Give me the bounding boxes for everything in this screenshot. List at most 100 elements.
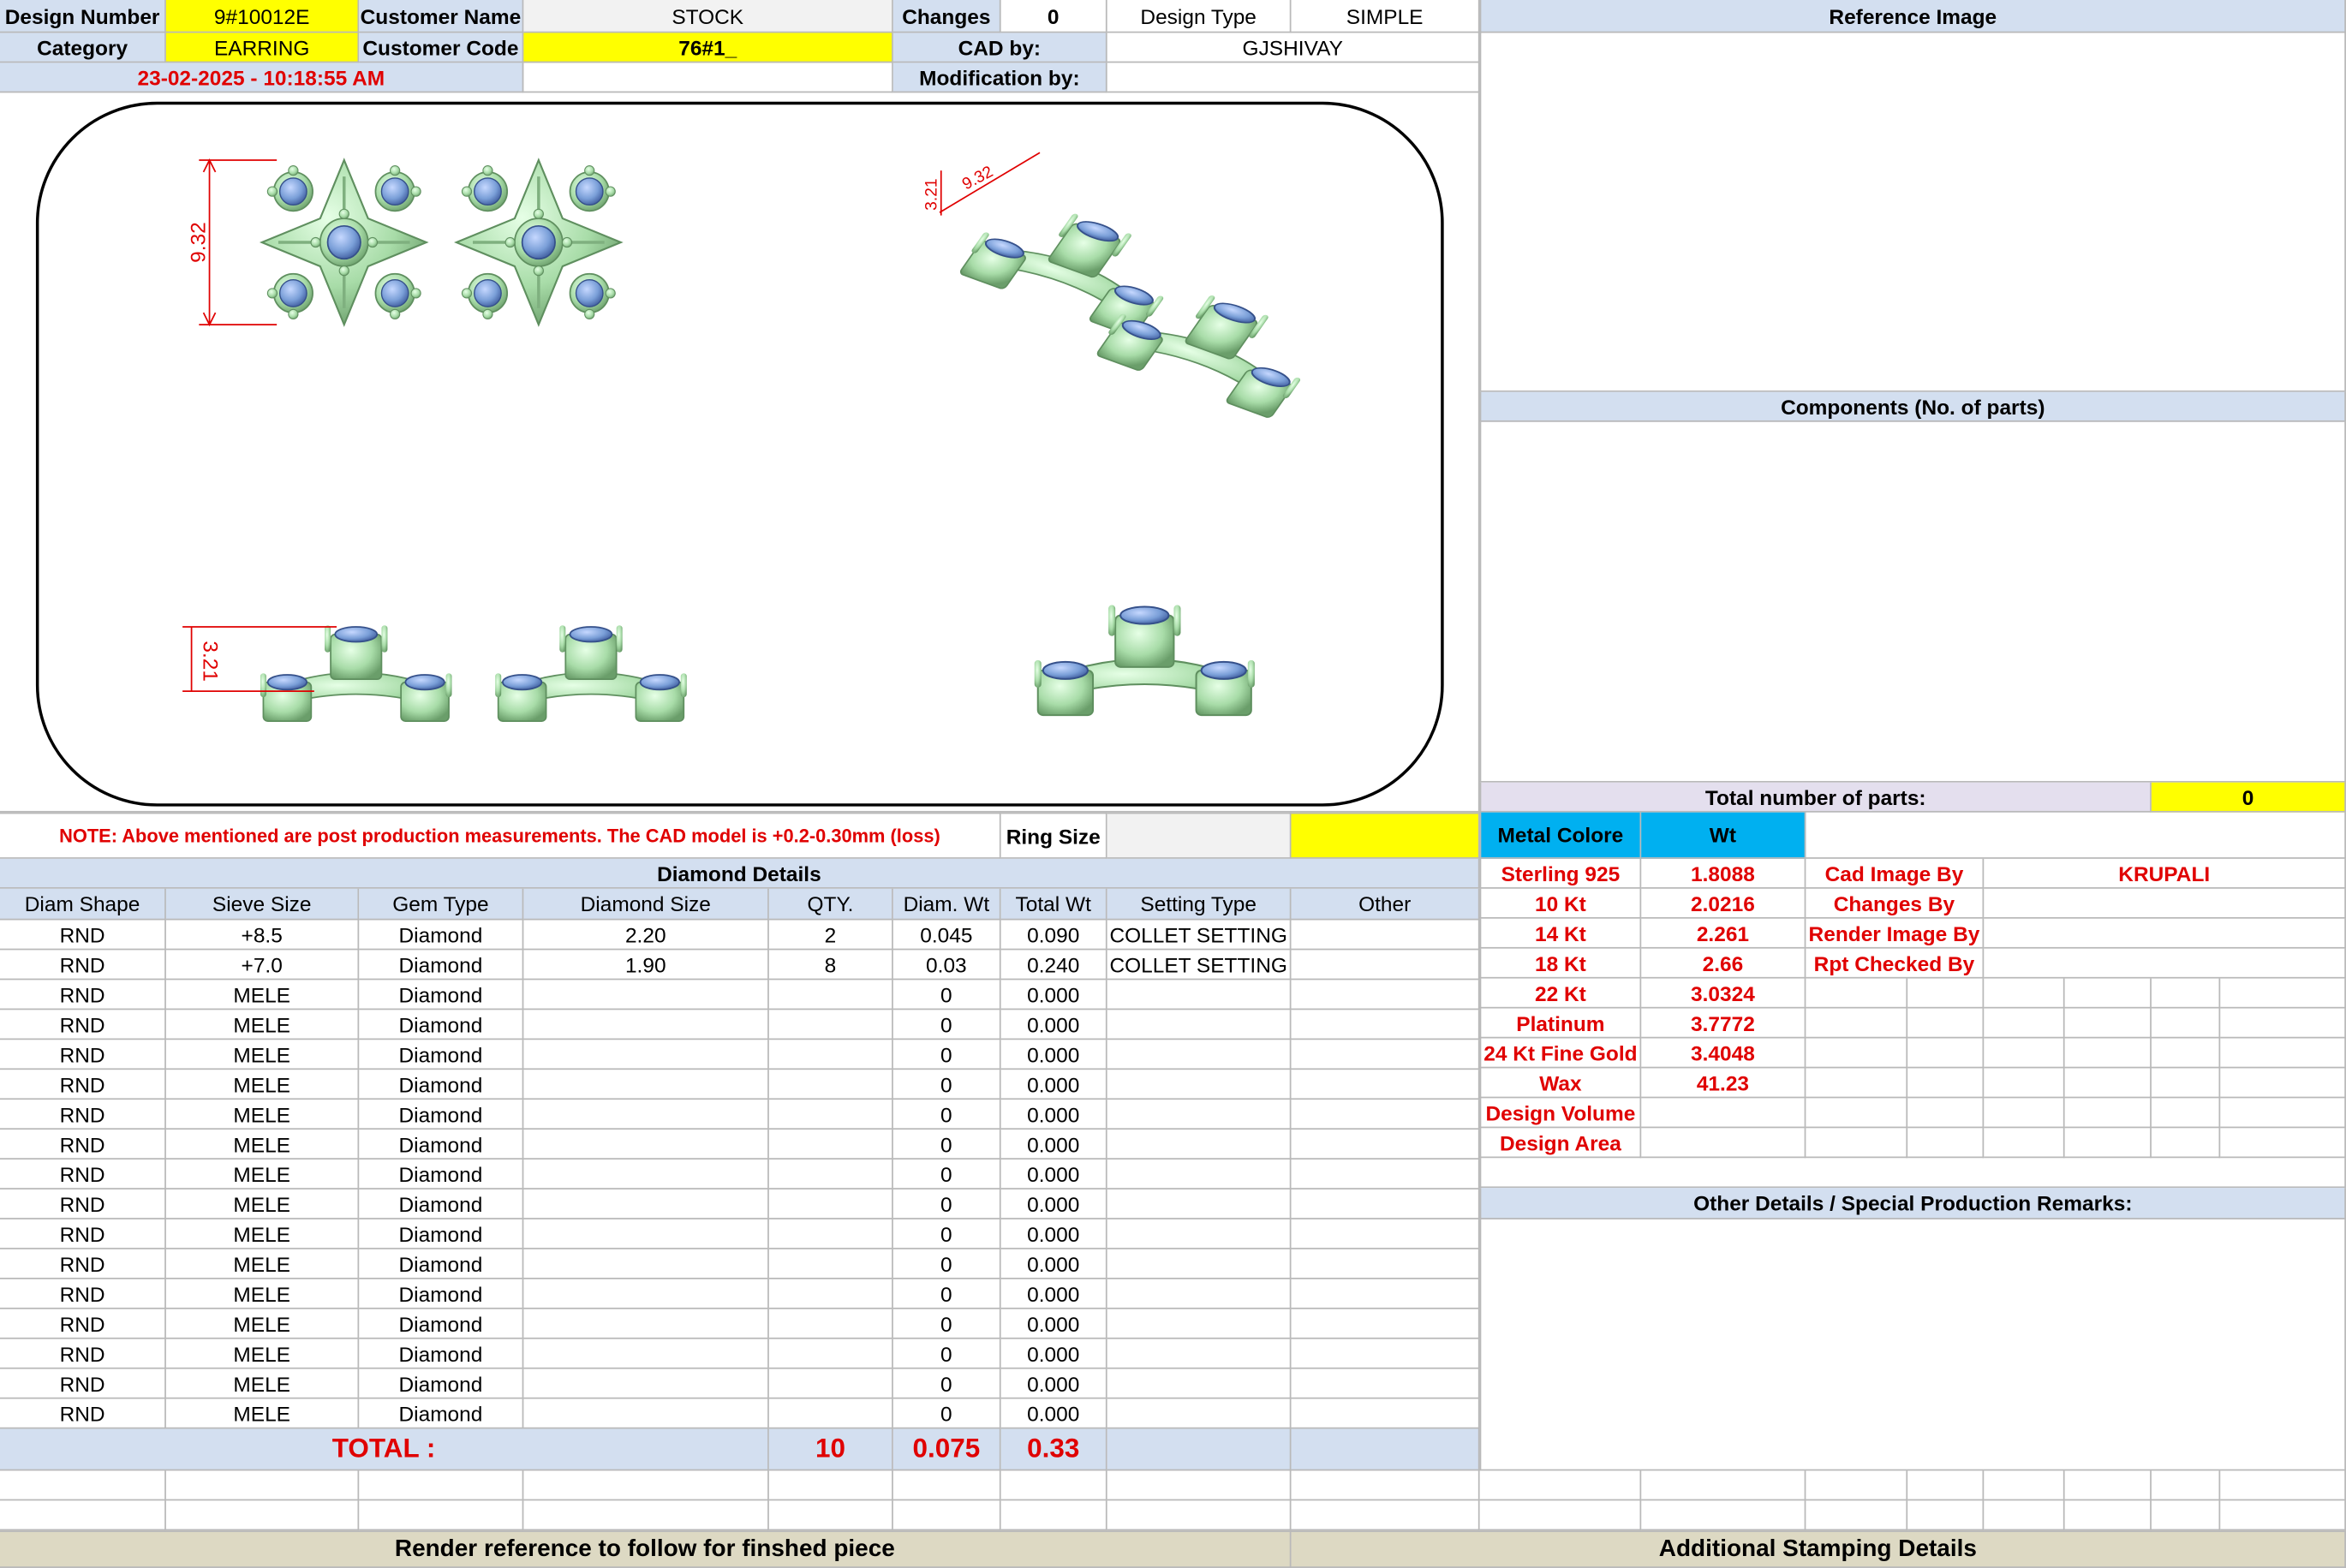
cell-total-wt[interactable]: 0.000 <box>1000 1160 1107 1189</box>
blank-cell[interactable] <box>523 1500 769 1531</box>
cell-diamond-size[interactable]: 1.90 <box>523 950 769 981</box>
cell-setting-type[interactable] <box>1107 1100 1292 1130</box>
cell-diamond-size[interactable] <box>523 1010 769 1040</box>
metal-blank-cell[interactable] <box>2064 1128 2152 1159</box>
metal-blank-cell[interactable] <box>2220 1008 2346 1039</box>
metal-wt[interactable] <box>1641 1098 1806 1129</box>
cell-diam-wt[interactable]: 0 <box>892 1398 1001 1429</box>
blank-cell[interactable] <box>1907 1470 1985 1501</box>
cell-diamond-size[interactable] <box>523 1368 769 1399</box>
cell-diamond-size[interactable] <box>523 1398 769 1429</box>
cell-qty[interactable] <box>768 1398 893 1429</box>
blank-cell[interactable] <box>1984 1500 2065 1531</box>
blank-cell[interactable] <box>2064 1470 2152 1501</box>
blank-cell[interactable] <box>0 1470 166 1501</box>
cell-setting-type[interactable] <box>1107 1070 1292 1100</box>
cell-sieve-size[interactable]: MELE <box>165 1219 360 1249</box>
blank-cell[interactable] <box>768 1500 893 1531</box>
metal-blank-cell[interactable] <box>1806 1008 1908 1039</box>
blank-cell[interactable] <box>0 1500 166 1531</box>
cell-setting-type[interactable] <box>1107 1338 1292 1369</box>
cell-total-wt[interactable]: 0.000 <box>1000 1189 1107 1219</box>
cell-diamond-size[interactable] <box>523 1100 769 1130</box>
cell-other[interactable] <box>1291 1249 1480 1279</box>
metal-blank-cell[interactable] <box>1907 1128 1985 1159</box>
cell-other[interactable] <box>1291 1130 1480 1160</box>
blank-cell[interactable] <box>2151 1470 2221 1501</box>
cell-diam-wt[interactable]: 0 <box>892 1338 1001 1369</box>
metal-blank-cell[interactable] <box>2151 978 2221 1009</box>
cell-diamond-size[interactable] <box>523 1309 769 1339</box>
cell-qty[interactable] <box>768 1368 893 1399</box>
cell-total-wt[interactable]: 0.000 <box>1000 1040 1107 1070</box>
metal-wt[interactable]: 1.8088 <box>1641 858 1806 889</box>
blank-cell[interactable] <box>1641 1500 1806 1531</box>
blank-cell[interactable] <box>1806 1470 1908 1501</box>
metal-blank-cell[interactable] <box>1984 978 2065 1009</box>
cell-diam-wt[interactable]: 0 <box>892 1189 1001 1219</box>
cell-setting-type[interactable] <box>1107 1309 1292 1339</box>
cell-total-wt[interactable]: 0.000 <box>1000 1219 1107 1249</box>
cell-diam-wt[interactable]: 0 <box>892 980 1001 1011</box>
cell-setting-type[interactable] <box>1107 980 1292 1011</box>
cell-other[interactable] <box>1291 920 1480 951</box>
metal-blank-cell[interactable] <box>1984 1098 2065 1129</box>
metal-blank-cell[interactable] <box>1984 1008 2065 1039</box>
metal-blank-cell[interactable] <box>1984 1038 2065 1069</box>
cell-setting-type[interactable] <box>1107 1040 1292 1070</box>
metal-blank-cell[interactable] <box>2151 1098 2221 1129</box>
blank-cell[interactable] <box>1000 1470 1107 1501</box>
blank-cell[interactable] <box>359 1470 524 1501</box>
ring-size-highlight[interactable] <box>1291 812 1480 859</box>
cell-setting-type[interactable]: COLLET SETTING <box>1107 950 1292 981</box>
cell-diam-wt[interactable]: 0 <box>892 1010 1001 1040</box>
cell-diamond-size[interactable]: 2.20 <box>523 920 769 951</box>
cell-sieve-size[interactable]: MELE <box>165 1338 360 1369</box>
cell-diam-wt[interactable]: 0 <box>892 1160 1001 1189</box>
blank-cell[interactable] <box>2220 1500 2346 1531</box>
cell-setting-type[interactable] <box>1107 1219 1292 1249</box>
cell-other[interactable] <box>1291 1338 1480 1369</box>
blank-cell[interactable] <box>1479 1470 1642 1501</box>
metal-wt[interactable]: 3.0324 <box>1641 978 1806 1009</box>
cell-diam-wt[interactable]: 0.03 <box>892 950 1001 981</box>
cell-other[interactable] <box>1291 1010 1480 1040</box>
other-details-area[interactable] <box>1479 1219 2346 1471</box>
cell-other[interactable] <box>1291 1160 1480 1189</box>
cell-setting-type[interactable] <box>1107 1279 1292 1309</box>
cell-sieve-size[interactable]: MELE <box>165 1368 360 1399</box>
metal-blank-cell[interactable] <box>2151 1008 2221 1039</box>
blank-cell[interactable] <box>1291 1470 1480 1501</box>
cell-sieve-size[interactable]: +7.0 <box>165 950 360 981</box>
blank-cell[interactable] <box>1806 1500 1908 1531</box>
metal-blank-cell[interactable] <box>1907 1068 1985 1099</box>
design-number-value[interactable]: 9#10012E <box>165 0 360 33</box>
category-value[interactable]: EARRING <box>165 33 360 63</box>
metal-blank-cell[interactable] <box>2220 1038 2346 1069</box>
cell-sieve-size[interactable]: MELE <box>165 1100 360 1130</box>
metal-blank-cell[interactable] <box>1907 978 1985 1009</box>
metal-blank-cell[interactable] <box>2220 1068 2346 1099</box>
cell-sieve-size[interactable]: MELE <box>165 1070 360 1100</box>
metal-wt[interactable]: 2.261 <box>1641 918 1806 949</box>
cell-other[interactable] <box>1291 1279 1480 1309</box>
cell-setting-type[interactable]: COLLET SETTING <box>1107 920 1292 951</box>
cell-setting-type[interactable] <box>1107 1130 1292 1160</box>
cell-diamond-size[interactable] <box>523 1040 769 1070</box>
cell-total-wt[interactable]: 0.000 <box>1000 1338 1107 1369</box>
cell-total-wt[interactable]: 0.240 <box>1000 950 1107 981</box>
total-parts-value[interactable]: 0 <box>2151 782 2346 813</box>
blank-cell[interactable] <box>2064 1500 2152 1531</box>
cell-other[interactable] <box>1291 1219 1480 1249</box>
cell-setting-type[interactable] <box>1107 1160 1292 1189</box>
metal-blank-cell[interactable] <box>1984 1068 2065 1099</box>
cell-diamond-size[interactable] <box>523 980 769 1011</box>
cad-by-value[interactable]: GJSHIVAY <box>1107 33 1480 63</box>
blank-cell[interactable] <box>1907 1500 1985 1531</box>
metal-blank-cell[interactable] <box>2220 978 2346 1009</box>
cell-diamond-size[interactable] <box>523 1279 769 1309</box>
metal-blank-cell[interactable] <box>1806 1068 1908 1099</box>
cell-total-wt[interactable]: 0.000 <box>1000 1100 1107 1130</box>
blank-cell[interactable] <box>359 1500 524 1531</box>
cell-qty[interactable] <box>768 1189 893 1219</box>
